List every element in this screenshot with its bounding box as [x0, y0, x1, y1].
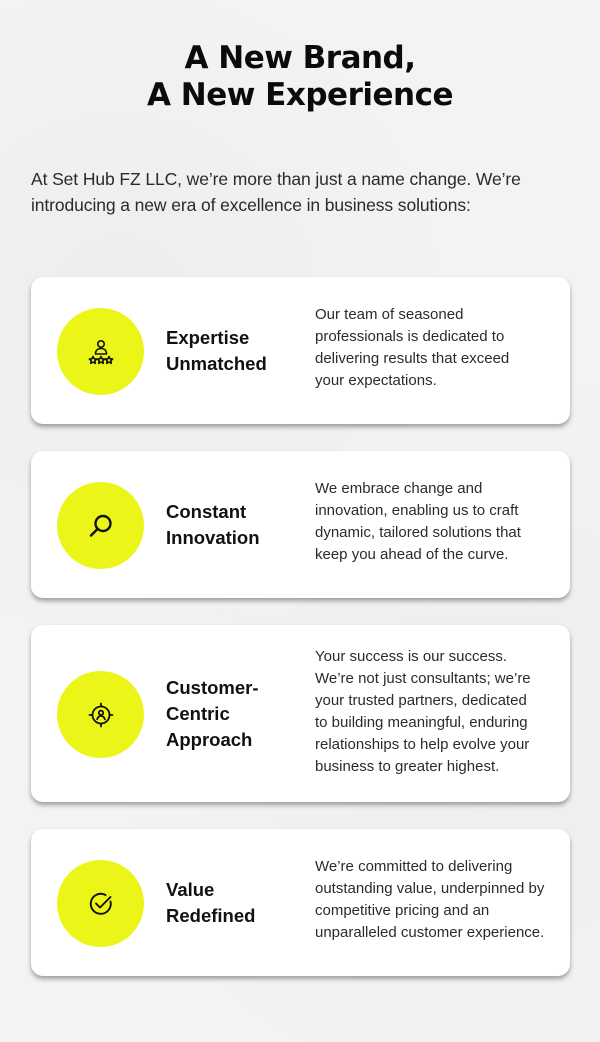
- card-desc-line: outstanding value, underpinned by: [315, 880, 545, 897]
- card-description: Your success is our success. We’re not j…: [315, 646, 557, 778]
- card-desc-line: Our team of seasoned: [315, 306, 464, 323]
- card-desc-line: We embrace change and: [315, 480, 483, 497]
- customer-target-icon: [57, 671, 144, 758]
- intro-line-2: introducing a new era of excellence in b…: [31, 195, 471, 215]
- card-title-line: Expertise: [166, 327, 250, 348]
- title-line-2: A New Experience: [147, 77, 453, 113]
- card-title: Constant Innovation: [166, 499, 286, 551]
- page-title: A New Brand, A New Experience: [0, 40, 600, 114]
- card-desc-line: your trusted partners, dedicated: [315, 692, 527, 709]
- card-description: Our team of seasoned professionals is de…: [315, 304, 557, 392]
- card-desc-line: your expectations.: [315, 372, 437, 389]
- card-title: Customer- Centric Approach: [166, 675, 286, 753]
- card-title-line: Approach: [166, 729, 253, 750]
- card-desc-line: competitive pricing and an: [315, 902, 490, 919]
- magnifier-icon: [57, 482, 144, 569]
- expert-stars-icon: [57, 308, 144, 395]
- card-title-line: Redefined: [166, 905, 256, 926]
- card-desc-line: dynamic, tailored solutions that: [315, 524, 521, 541]
- card-title: Expertise Unmatched: [166, 325, 286, 377]
- card-desc-line: We’re not just consultants; we’re: [315, 670, 531, 687]
- title-line-1: A New Brand,: [184, 40, 416, 76]
- card-title-line: Unmatched: [166, 353, 267, 374]
- card-desc-line: We’re committed to delivering: [315, 858, 513, 875]
- card-desc-line: delivering results that exceed: [315, 350, 510, 367]
- check-circle-icon: [57, 860, 144, 947]
- card-desc-line: innovation, enabling us to craft: [315, 502, 519, 519]
- card-title-line: Constant: [166, 501, 247, 522]
- card-title-line: Innovation: [166, 527, 260, 548]
- card-desc-line: Your success is our success.: [315, 648, 508, 665]
- feature-card-expertise: Expertise Unmatched Our team of seasoned…: [31, 277, 570, 424]
- feature-card-value: Value Redefined We’re committed to deliv…: [31, 829, 570, 976]
- card-desc-line: relationships to help evolve your: [315, 736, 530, 753]
- feature-card-innovation: Constant Innovation We embrace change an…: [31, 451, 570, 598]
- card-desc-line: to building meaningful, enduring: [315, 714, 528, 731]
- intro-line-1: At Set Hub FZ LLC, we’re more than just …: [31, 169, 521, 189]
- card-desc-line: business to greater highest.: [315, 758, 500, 775]
- card-desc-line: professionals is dedicated to: [315, 328, 505, 345]
- card-title: Value Redefined: [166, 877, 286, 929]
- card-title-line: Customer-: [166, 677, 259, 698]
- feature-card-customer-centric: Customer- Centric Approach Your success …: [31, 625, 570, 802]
- card-desc-line: unparalleled customer experience.: [315, 924, 545, 941]
- intro-paragraph: At Set Hub FZ LLC, we’re more than just …: [31, 166, 571, 218]
- card-desc-line: keep you ahead of the curve.: [315, 546, 509, 563]
- card-title-line: Centric: [166, 703, 230, 724]
- card-description: We embrace change and innovation, enabli…: [315, 478, 557, 566]
- card-title-line: Value: [166, 879, 215, 900]
- card-description: We’re committed to delivering outstandin…: [315, 856, 557, 944]
